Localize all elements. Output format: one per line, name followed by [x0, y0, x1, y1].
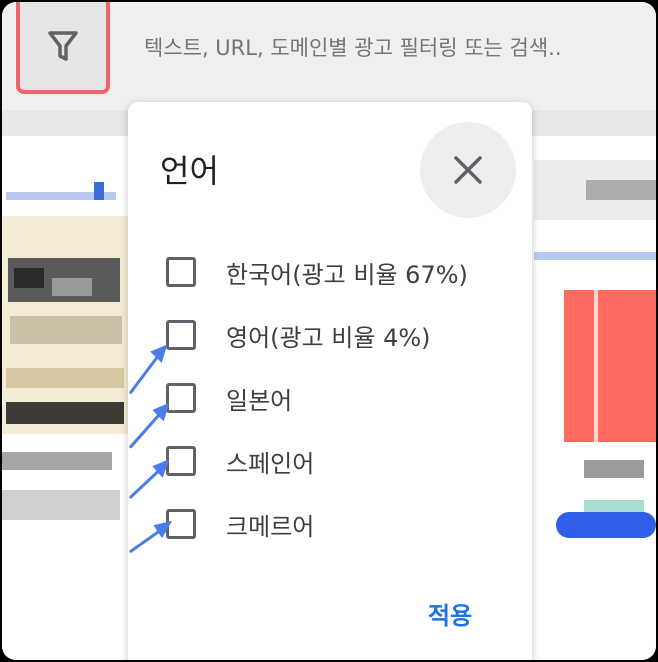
- checkbox[interactable]: [166, 509, 196, 539]
- dialog-title: 언어: [160, 152, 219, 190]
- option-label: 크메르어: [226, 512, 315, 541]
- ad-card-left: [2, 160, 128, 560]
- language-option[interactable]: 스페인어: [166, 441, 314, 481]
- search-input[interactable]: 텍스트, URL, 도메인별 광고 필터링 또는 검색..: [144, 32, 562, 62]
- close-icon: [454, 156, 482, 184]
- ad-card-right: [534, 160, 656, 560]
- language-option[interactable]: 한국어(광고 비율 67%): [166, 252, 468, 292]
- search-bar: 텍스트, URL, 도메인별 광고 필터링 또는 검색..: [2, 2, 656, 110]
- language-option[interactable]: 영어(광고 비율 4%): [166, 315, 431, 355]
- language-option[interactable]: 크메르어: [166, 504, 314, 544]
- close-button[interactable]: [420, 122, 516, 218]
- checkbox[interactable]: [166, 257, 196, 287]
- checkbox[interactable]: [166, 320, 196, 350]
- option-label: 일본어: [226, 386, 293, 415]
- option-label: 한국어(광고 비율 67%): [226, 260, 468, 289]
- apply-button[interactable]: 적용: [428, 596, 472, 631]
- filter-button[interactable]: [16, 2, 110, 94]
- language-option[interactable]: 일본어: [166, 378, 292, 418]
- app-frame: 텍스트, URL, 도메인별 광고 필터링 또는 검색.. 언어 한국어(광고 …: [2, 2, 656, 660]
- language-filter-dialog: 언어 한국어(광고 비율 67%) 영어(광고 비율 4%) 일본어 스페인어 …: [128, 102, 532, 660]
- option-label: 스페인어: [226, 449, 315, 478]
- checkbox[interactable]: [166, 446, 196, 476]
- checkbox[interactable]: [166, 383, 196, 413]
- filter-icon: [48, 31, 78, 61]
- option-label: 영어(광고 비율 4%): [226, 323, 431, 352]
